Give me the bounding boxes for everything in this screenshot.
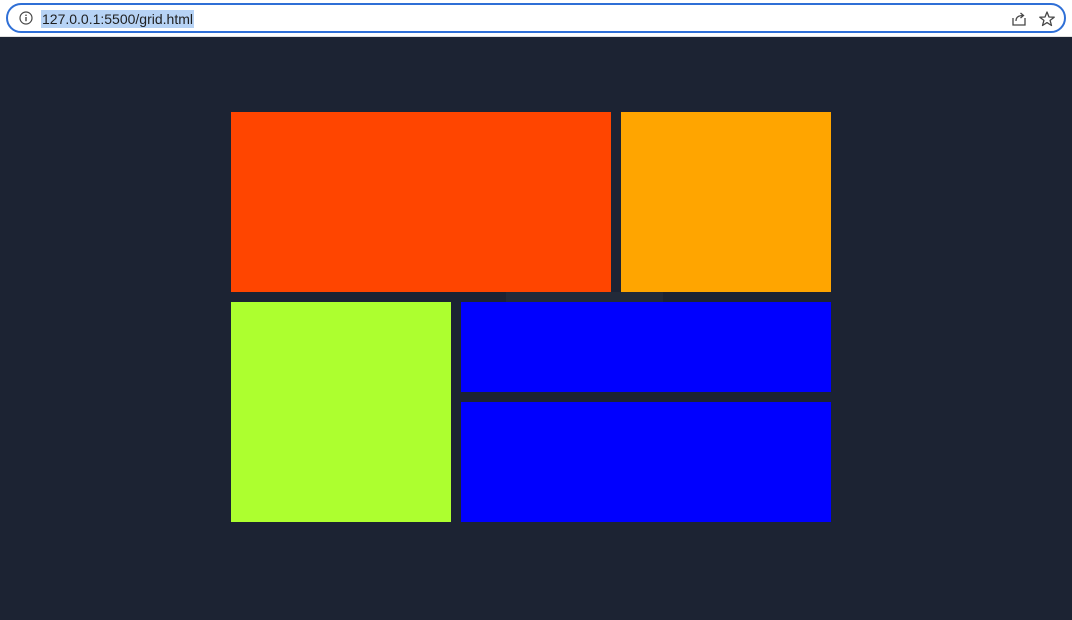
tile-orange-red <box>231 112 611 292</box>
page-viewport <box>0 37 1072 620</box>
share-icon[interactable] <box>1010 10 1028 28</box>
tile-green-yellow <box>231 302 451 522</box>
browser-toolbar: 127.0.0.1:5500/grid.html <box>0 0 1072 37</box>
tile-orange <box>621 112 831 292</box>
address-bar[interactable]: 127.0.0.1:5500/grid.html <box>6 3 1066 33</box>
tile-blue-top <box>461 302 831 392</box>
star-icon[interactable] <box>1038 10 1056 28</box>
color-grid <box>231 112 831 522</box>
info-icon[interactable] <box>19 11 33 25</box>
tile-blue-bottom <box>461 402 831 522</box>
url-text[interactable]: 127.0.0.1:5500/grid.html <box>41 10 194 28</box>
